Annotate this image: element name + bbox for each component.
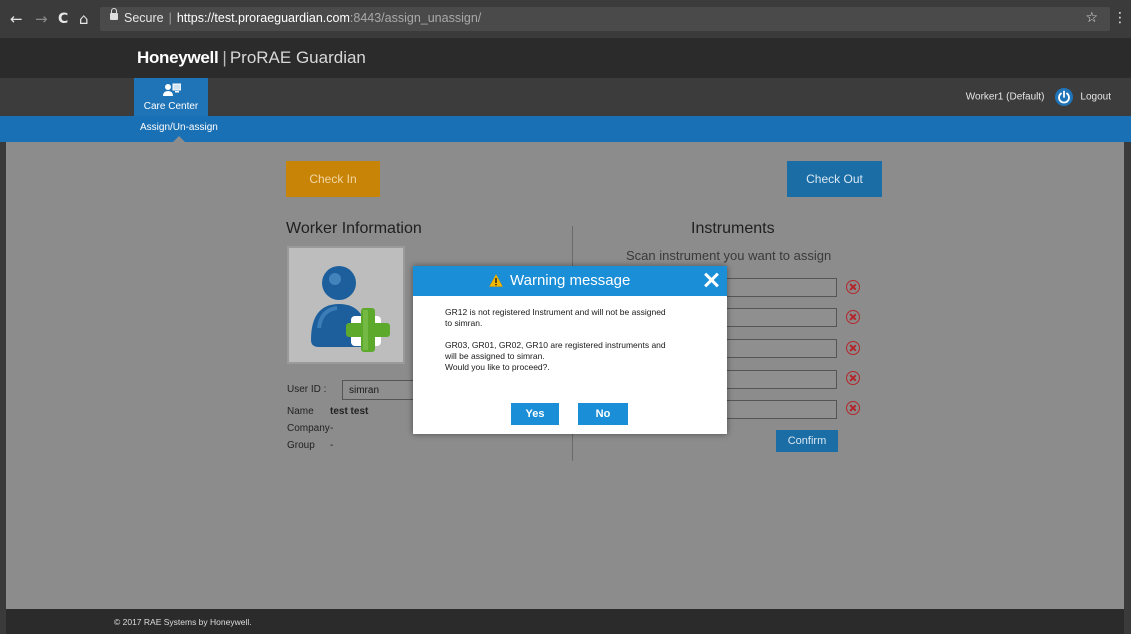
sub-nav-assign-unassign[interactable]: Assign/Un-assign [140, 122, 218, 133]
address-bar[interactable]: Secure | https://test.proraeguardian.com:8… [100, 7, 1110, 31]
care-center-icon [163, 83, 181, 96]
message-line: will be assigned to simran. [445, 351, 545, 361]
remove-instrument-icon[interactable] [846, 341, 860, 355]
name-label: Name [287, 406, 314, 417]
add-user-icon [311, 266, 390, 352]
unregistered-message: GR12 is not registered Instrument and wi… [445, 307, 715, 329]
instruments-heading: Instruments [691, 220, 775, 237]
page-footer: © 2017 RAE Systems by Honeywell. [6, 609, 1124, 634]
user-id-input[interactable]: simran [342, 380, 418, 400]
worker-information-heading: Worker Information [286, 220, 422, 237]
tab-care-center[interactable]: Care Center [134, 78, 208, 116]
group-label: Group [287, 440, 315, 451]
user-area: Worker1 (Default) Logout [966, 88, 1111, 106]
message-line: GR03, GR01, GR02, GR10 are registered in… [445, 340, 666, 350]
forward-icon[interactable]: → [35, 10, 48, 28]
check-in-button[interactable]: Check In [286, 161, 380, 197]
company-value: - [330, 423, 334, 434]
browser-toolbar: ← → C ⌂ Secure | https://test.proraeguardi… [0, 0, 1131, 38]
message-line: Would you like to proceed?. [445, 362, 550, 372]
url-separator: | [168, 11, 172, 25]
dialog-header: Warning message [413, 266, 727, 296]
product-name: ProRAE Guardian [229, 48, 366, 67]
lock-icon [110, 8, 118, 20]
message-line: GR12 is not registered Instrument and wi… [445, 307, 666, 317]
sub-nav-bar: Assign/Un-assign [0, 116, 1131, 142]
bookmark-star-icon[interactable]: ☆ [1085, 10, 1098, 26]
user-id-label: User ID : [287, 384, 327, 395]
registered-message: GR03, GR01, GR02, GR10 are registered in… [445, 340, 715, 373]
brand-name: Honeywell [137, 48, 219, 67]
remove-instrument-icon[interactable] [846, 280, 860, 294]
check-out-button[interactable]: Check Out [787, 161, 882, 197]
logout-link[interactable]: Logout [1080, 92, 1111, 103]
no-button[interactable]: No [578, 403, 628, 425]
back-icon[interactable]: ← [10, 10, 23, 28]
main-menu-bar: Care Center Worker1 (Default) Logout [0, 78, 1131, 116]
company-label: Company [287, 423, 330, 434]
dialog-title: Warning message [510, 272, 631, 289]
group-value: - [330, 440, 334, 451]
message-line: to simran. [445, 318, 483, 328]
browser-menu-icon[interactable]: ⋮ [1113, 10, 1127, 26]
reload-icon[interactable]: C [58, 10, 68, 28]
close-icon[interactable] [703, 271, 721, 289]
brand-separator: | [222, 48, 227, 67]
confirm-button[interactable]: Confirm [776, 430, 838, 452]
home-icon[interactable]: ⌂ [79, 10, 89, 28]
brand-logo: Honeywell | ProRAE Guardian [137, 48, 366, 68]
dialog-message: GR12 is not registered Instrument and wi… [445, 307, 715, 373]
care-center-label: Care Center [143, 101, 199, 112]
url-scheme: https:// [176, 11, 215, 25]
remove-instrument-icon[interactable] [846, 310, 860, 324]
warning-icon [489, 274, 503, 287]
instruments-subtitle: Scan instrument you want to assign [626, 248, 832, 263]
name-value: test test [330, 406, 369, 417]
url-text[interactable]: Secure | https://test.proraeguardian.com:8… [124, 11, 481, 25]
url-path: :8443/assign_unassign/ [349, 11, 482, 25]
current-user-label: Worker1 (Default) [965, 91, 1045, 103]
remove-instrument-icon[interactable] [846, 401, 860, 415]
secure-label: Secure [124, 11, 164, 25]
worker-avatar[interactable] [287, 246, 405, 364]
url-host: test.proraeguardian.com [214, 11, 350, 25]
copyright-text: © 2017 RAE Systems by Honeywell. [114, 617, 252, 627]
yes-button[interactable]: Yes [511, 403, 559, 425]
remove-instrument-icon[interactable] [846, 371, 860, 385]
brand-bar: Honeywell | ProRAE Guardian [0, 38, 1131, 78]
logout-power-icon[interactable] [1054, 88, 1073, 106]
warning-dialog: Warning message GR12 is not registered I… [413, 266, 727, 434]
